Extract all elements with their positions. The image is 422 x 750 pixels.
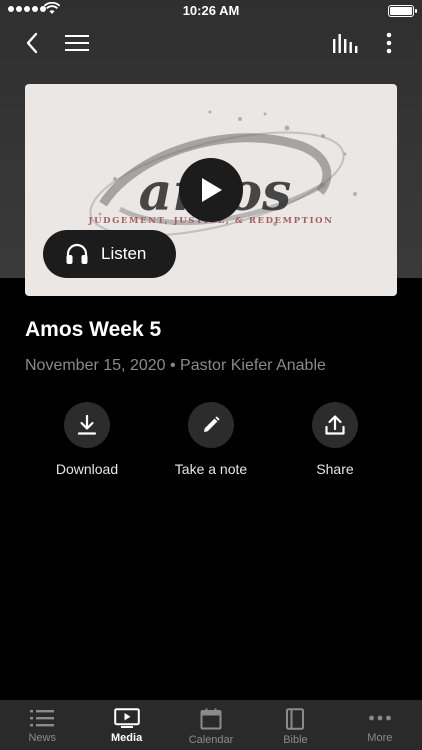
sermon-title: Amos Week 5: [25, 318, 162, 341]
tab-news-label: News: [28, 732, 56, 744]
share-button[interactable]: Share: [285, 402, 385, 477]
menu-button[interactable]: [62, 28, 92, 58]
battery-icon: [388, 5, 417, 17]
tab-media[interactable]: Media: [84, 700, 168, 750]
equalizer-icon: [333, 34, 358, 53]
download-button[interactable]: Download: [37, 402, 137, 477]
tab-bible-label: Bible: [283, 734, 308, 746]
tab-more[interactable]: More: [338, 700, 422, 750]
download-icon: [77, 414, 97, 435]
audio-levels-button[interactable]: [330, 28, 360, 58]
tab-calendar[interactable]: Calendar: [169, 700, 253, 750]
share-label: Share: [316, 461, 354, 477]
ellipsis-icon: [368, 715, 391, 721]
share-icon: [325, 415, 345, 435]
tab-bar: News Media Calendar Bible More: [0, 700, 422, 750]
chevron-left-icon: [26, 32, 38, 54]
status-bar: 10:26 AM: [0, 0, 422, 22]
sermon-meta: November 15, 2020 • Pastor Kiefer Anable: [25, 357, 326, 374]
hamburger-icon: [65, 35, 89, 51]
play-button[interactable]: [179, 158, 243, 222]
overflow-menu-button[interactable]: [374, 28, 404, 58]
download-label: Download: [55, 461, 119, 477]
tab-news[interactable]: News: [0, 700, 84, 750]
book-icon: [286, 708, 305, 730]
vertical-ellipsis-icon: [386, 32, 392, 54]
play-screen-icon: [113, 708, 140, 728]
take-note-button[interactable]: Take a note: [161, 402, 261, 477]
tab-more-label: More: [367, 732, 393, 744]
tab-calendar-label: Calendar: [188, 734, 234, 746]
play-icon: [202, 178, 222, 202]
sermon-artwork: amos JUDGEMENT, JUSTICE, & REDEMPTION Li…: [25, 84, 397, 296]
share-circle[interactable]: [312, 402, 358, 448]
back-button[interactable]: [17, 28, 47, 58]
take-note-label: Take a note: [174, 461, 248, 477]
take-note-circle[interactable]: [188, 402, 234, 448]
tab-media-label: Media: [111, 732, 143, 744]
status-time: 10:26 AM: [182, 3, 240, 18]
list-icon: [30, 710, 55, 727]
headphones-icon: [66, 243, 88, 264]
listen-button[interactable]: Listen: [43, 230, 176, 278]
pencil-icon: [204, 416, 220, 432]
calendar-icon: [200, 708, 222, 730]
listen-label: Listen: [101, 244, 147, 263]
tab-bible[interactable]: Bible: [253, 700, 337, 750]
download-circle[interactable]: [64, 402, 110, 448]
